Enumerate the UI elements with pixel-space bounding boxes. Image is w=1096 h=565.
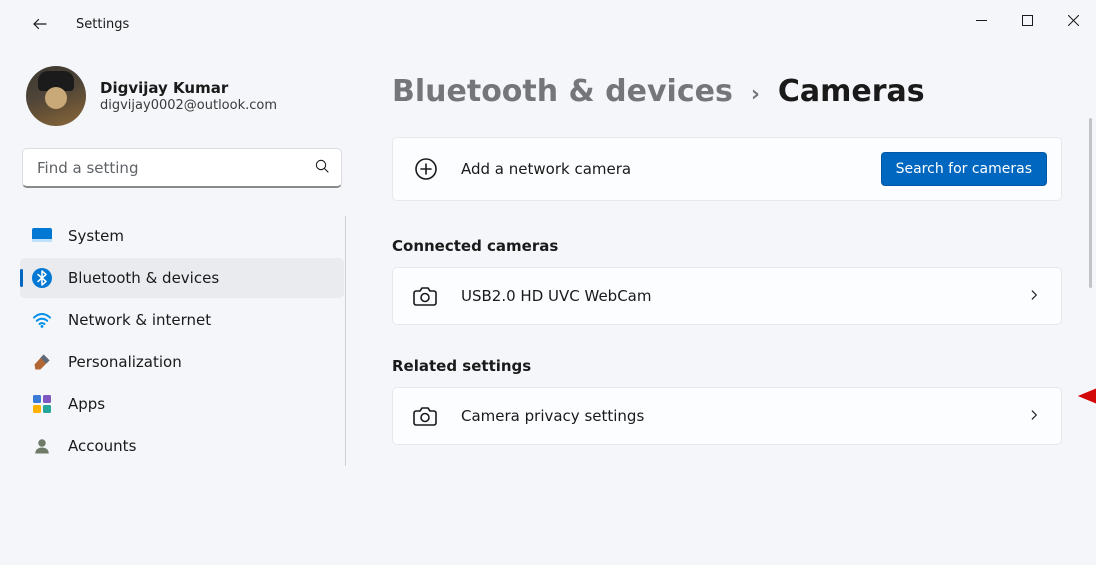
sidebar-item-accounts[interactable]: Accounts <box>20 426 344 466</box>
sidebar-item-label: Bluetooth & devices <box>68 269 219 287</box>
related-settings-section: Related settings Camera privacy settings <box>392 357 1062 445</box>
section-title-connected: Connected cameras <box>392 237 1062 255</box>
avatar <box>26 66 86 126</box>
connected-cameras-section: Connected cameras USB2.0 HD UVC WebCam <box>392 237 1062 325</box>
chevron-right-icon <box>1027 287 1041 306</box>
camera-item-label: USB2.0 HD UVC WebCam <box>461 287 651 305</box>
content-pane: Bluetooth & devices › Cameras Add a netw… <box>360 48 1096 565</box>
profile-name: Digvijay Kumar <box>100 79 277 99</box>
sidebar-item-label: Accounts <box>68 437 136 455</box>
minimize-icon <box>976 15 987 26</box>
window-controls <box>958 0 1096 48</box>
search-icon <box>314 158 330 178</box>
annotation-arrow <box>1078 376 1096 416</box>
search-container <box>20 148 344 188</box>
arrow-left-icon <box>31 15 49 33</box>
breadcrumb-current: Cameras <box>778 74 925 109</box>
breadcrumb: Bluetooth & devices › Cameras <box>392 74 1062 109</box>
related-item-label: Camera privacy settings <box>461 407 644 425</box>
nav: System Bluetooth & devices Network & int… <box>20 216 344 466</box>
plus-circle-icon <box>413 156 439 182</box>
section-title-related: Related settings <box>392 357 1062 375</box>
close-button[interactable] <box>1050 0 1096 40</box>
person-icon <box>32 436 52 456</box>
title-bar: Settings <box>0 0 1096 48</box>
back-button[interactable] <box>20 4 60 44</box>
profile-block[interactable]: Digvijay Kumar digvijay0002@outlook.com <box>20 66 344 126</box>
sidebar-item-apps[interactable]: Apps <box>20 384 344 424</box>
add-camera-label: Add a network camera <box>461 160 631 178</box>
camera-icon <box>413 404 437 428</box>
chevron-right-icon <box>1027 407 1041 426</box>
scroll-indicator[interactable] <box>1089 118 1092 288</box>
connected-camera-card: USB2.0 HD UVC WebCam <box>392 267 1062 325</box>
breadcrumb-parent[interactable]: Bluetooth & devices <box>392 74 733 109</box>
sidebar-item-label: Network & internet <box>68 311 211 329</box>
app-title: Settings <box>76 17 129 32</box>
sidebar-item-label: Personalization <box>68 353 182 371</box>
bluetooth-icon <box>32 268 52 288</box>
sidebar: Digvijay Kumar digvijay0002@outlook.com … <box>0 48 360 565</box>
sidebar-item-personalization[interactable]: Personalization <box>20 342 344 382</box>
add-camera-card: Add a network camera Search for cameras <box>392 137 1062 201</box>
chevron-right-icon: › <box>751 82 760 107</box>
sidebar-item-label: Apps <box>68 395 105 413</box>
wifi-icon <box>32 310 52 330</box>
maximize-button[interactable] <box>1004 0 1050 40</box>
sidebar-item-system[interactable]: System <box>20 216 344 256</box>
sidebar-item-network[interactable]: Network & internet <box>20 300 344 340</box>
sidebar-item-label: System <box>68 227 124 245</box>
system-icon <box>32 226 52 246</box>
search-input[interactable] <box>22 148 342 188</box>
apps-icon <box>32 394 52 414</box>
search-cameras-button[interactable]: Search for cameras <box>881 152 1047 186</box>
profile-email: digvijay0002@outlook.com <box>100 98 277 113</box>
camera-icon <box>413 284 437 308</box>
camera-privacy-item[interactable]: Camera privacy settings <box>393 388 1061 444</box>
minimize-button[interactable] <box>958 0 1004 40</box>
sidebar-item-bluetooth-devices[interactable]: Bluetooth & devices <box>20 258 344 298</box>
nav-divider <box>345 216 346 466</box>
close-icon <box>1068 15 1079 26</box>
camera-item[interactable]: USB2.0 HD UVC WebCam <box>393 268 1061 324</box>
brush-icon <box>32 352 52 372</box>
maximize-icon <box>1022 15 1033 26</box>
related-settings-card: Camera privacy settings <box>392 387 1062 445</box>
